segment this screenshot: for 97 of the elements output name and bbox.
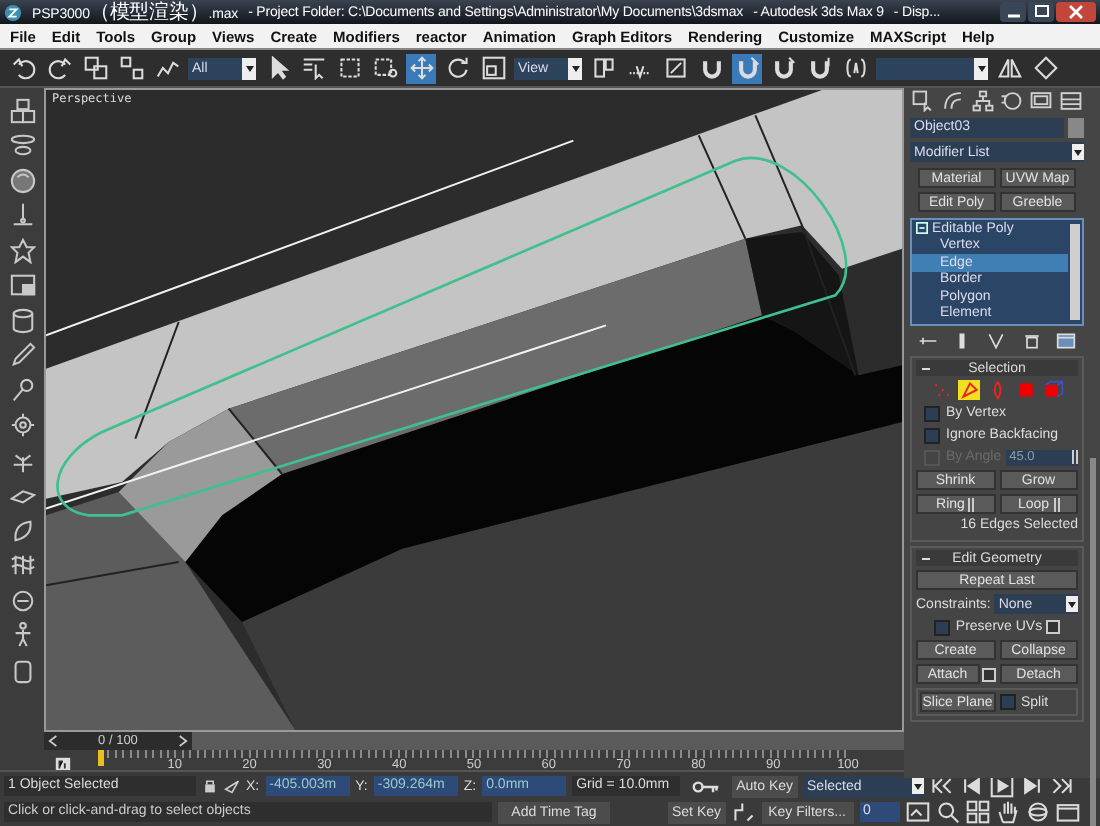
play-icon <box>989 774 1014 798</box>
orbit-button[interactable] <box>1025 800 1050 824</box>
crossing-icon <box>373 56 397 80</box>
toggle-button[interactable] <box>660 53 690 83</box>
disc-icon[interactable] <box>8 131 36 159</box>
grid-icon[interactable] <box>8 551 36 579</box>
collapse-icon[interactable] <box>916 222 928 235</box>
close-icon <box>1066 4 1086 20</box>
pin-icon[interactable] <box>8 201 36 229</box>
cursor-icon[interactable] <box>224 778 240 794</box>
select-by-name-icon <box>301 56 325 80</box>
time-config-icon <box>905 800 930 824</box>
sphere-icon[interactable] <box>8 166 36 194</box>
trash-icon[interactable] <box>1021 332 1042 350</box>
unlink-icon <box>119 56 143 80</box>
rotate-icon <box>445 56 469 80</box>
wrench-icon[interactable] <box>8 376 36 404</box>
monitor-icon[interactable] <box>1028 89 1055 113</box>
region-button[interactable] <box>334 53 364 83</box>
align-icon <box>1033 56 1057 80</box>
mirror-button[interactable] <box>994 53 1024 83</box>
circle-icon[interactable] <box>998 89 1025 113</box>
snap-icon <box>699 56 723 80</box>
gear-icon[interactable] <box>8 411 36 439</box>
close-button[interactable] <box>1056 2 1096 22</box>
next-frame-icon <box>1019 774 1044 798</box>
leaf-icon[interactable] <box>8 516 36 544</box>
zoom-icon <box>935 800 960 824</box>
pin-icon[interactable] <box>917 332 938 350</box>
redo-icon <box>47 56 71 80</box>
go-end-button[interactable] <box>1049 774 1074 798</box>
move-icon <box>409 56 433 80</box>
key-mode-button[interactable] <box>731 800 756 824</box>
link-button[interactable] <box>80 53 110 83</box>
zoom-button[interactable] <box>935 800 960 824</box>
prev-frame-button[interactable] <box>959 774 984 798</box>
panel-icon[interactable] <box>8 271 36 299</box>
go-start-icon <box>929 774 954 798</box>
pivot-button[interactable] <box>588 53 618 83</box>
maximize-button[interactable] <box>1055 800 1080 824</box>
move-button[interactable] <box>406 53 436 83</box>
edge-level-icon[interactable] <box>958 380 980 400</box>
named-selection-dropdown[interactable] <box>876 57 988 79</box>
zoom-all-button[interactable] <box>965 800 990 824</box>
settings-icon[interactable] <box>981 667 995 681</box>
key-mode-icon <box>731 800 756 824</box>
next-frame-button[interactable] <box>1019 774 1044 798</box>
crossing-button[interactable] <box>370 53 400 83</box>
config-icon[interactable] <box>1056 332 1077 350</box>
go-start-button[interactable] <box>929 774 954 798</box>
minimize-button[interactable] <box>1000 2 1026 22</box>
scale-button[interactable] <box>478 53 508 83</box>
angle-snap-button[interactable] <box>732 53 762 83</box>
select-by-name-button[interactable] <box>298 53 328 83</box>
maximize-icon <box>1055 800 1080 824</box>
cylinder-icon[interactable] <box>8 306 36 334</box>
spinner-snap-icon <box>807 56 831 80</box>
named-selection-button[interactable] <box>840 53 870 83</box>
lock-icon[interactable] <box>202 778 218 794</box>
orbit-icon <box>1025 800 1050 824</box>
app-logo-icon <box>4 3 22 21</box>
unlink-button[interactable] <box>116 53 146 83</box>
fork-icon[interactable] <box>986 332 1007 350</box>
region-icon <box>337 56 361 80</box>
link-icon <box>83 56 107 80</box>
play-button[interactable] <box>989 774 1014 798</box>
pan-button[interactable] <box>995 800 1020 824</box>
pen-icon[interactable] <box>8 341 36 369</box>
panel-icon[interactable] <box>1057 89 1084 113</box>
hierarchy-icon[interactable] <box>969 89 996 113</box>
align-button[interactable] <box>1030 53 1060 83</box>
percent-snap-icon <box>771 56 795 80</box>
named-selection-icon <box>843 56 867 80</box>
bind-icon <box>155 56 179 80</box>
settings-icon[interactable] <box>1046 620 1061 634</box>
toggle-icon <box>663 56 687 80</box>
camera-icon[interactable] <box>8 586 36 614</box>
panel-scrollbar[interactable] <box>1090 458 1096 826</box>
star-icon[interactable] <box>8 236 36 264</box>
redo-button[interactable] <box>44 53 74 83</box>
angle-snap-icon <box>735 56 759 80</box>
maximize-button[interactable] <box>1028 2 1054 22</box>
zoom-all-icon <box>965 800 990 824</box>
curve-icon[interactable] <box>939 89 966 113</box>
maximize-icon <box>1031 4 1051 20</box>
cubes-icon[interactable] <box>8 96 36 124</box>
object-color-swatch[interactable] <box>1068 118 1084 138</box>
time-config-button[interactable] <box>905 800 930 824</box>
undo-button[interactable] <box>8 53 38 83</box>
pivot-icon <box>591 56 615 80</box>
undo-icon <box>11 56 35 80</box>
prev-frame-icon <box>959 774 984 798</box>
go-end-icon <box>1049 774 1074 798</box>
scale-icon <box>481 56 505 80</box>
mirror-icon <box>997 56 1021 80</box>
pointer-box-icon[interactable] <box>910 89 936 113</box>
pan-icon <box>995 800 1020 824</box>
